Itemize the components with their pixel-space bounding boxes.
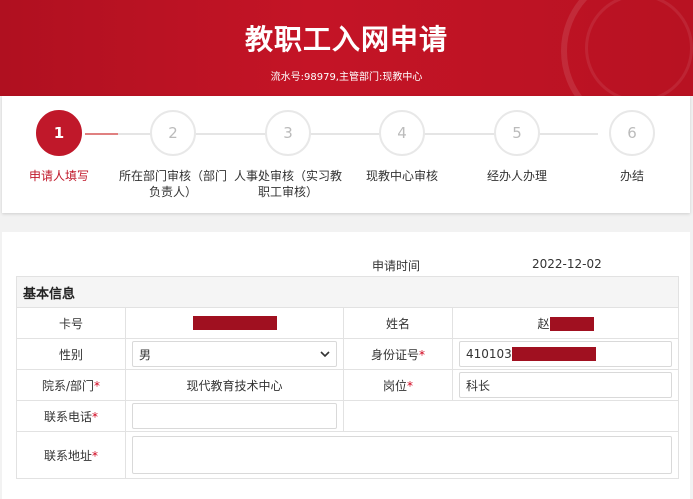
step-4: 4 现教中心审核 [347,110,457,184]
step-label: 申请人填写 [28,169,89,183]
step-label: 现教中心审核 [365,169,438,183]
application-form: 申请时间 2022-12-02 基本信息 卡号 姓名 赵 性别 男 身份证号* … [2,232,690,499]
redacted-card-number [192,316,277,331]
id-number-value: 410103 [466,347,512,361]
position-value: 科长 [466,378,491,393]
section-title: 基本信息 [15,276,680,308]
phone-cell [125,400,344,432]
name-text: 赵 [537,316,550,331]
position-cell: 科长 [451,369,680,401]
step-label: 经办人办理 [486,169,547,183]
step-number: 4 [379,110,425,156]
page-title: 教职工入网申请 [244,23,448,56]
gender-label: 性别 [16,338,126,370]
step-label: 人事处审核（实习教职工审核） [233,169,342,199]
header-banner: 教职工入网申请 流水号:98979,主管部门:现教中心 [0,0,693,96]
card-number-value [125,307,344,339]
page-subtitle: 流水号:98979,主管部门:现教中心 [270,72,423,83]
id-number-label: 身份证号* [343,338,453,370]
apply-time-value: 2022-12-02 [532,257,602,271]
name-label: 姓名 [343,307,453,339]
table-row: 联系地址* [16,431,680,479]
gender-value: 男 [139,347,152,362]
step-label: 所在部门审核（部门负责人） [118,169,227,199]
chevron-down-icon [320,350,330,357]
department-label: 院系/部门* [16,369,126,401]
step-6: 6 办结 [577,110,687,184]
name-value: 赵 [451,307,680,339]
address-label: 联系地址* [16,431,126,479]
redacted-id-number [511,347,596,361]
step-number: 1 [36,110,82,156]
table-row: 卡号 姓名 赵 [16,307,680,339]
id-number-cell: 410103 [451,338,680,370]
step-1: 1 申请人填写 [4,110,114,184]
position-label: 岗位* [343,369,453,401]
step-3: 3 人事处审核（实习教职工审核） [233,110,343,200]
address-cell [124,431,680,479]
phone-input[interactable] [132,403,337,429]
redacted-name [549,317,594,331]
step-number: 2 [150,110,196,156]
section-header: 基本信息 [15,276,680,308]
step-number: 6 [609,110,655,156]
id-number-input[interactable]: 410103 [459,341,673,367]
gender-cell: 男 [125,338,344,370]
progress-steps: 1 申请人填写 2 所在部门审核（部门负责人） 3 人事处审核（实习教职工审核）… [2,96,690,213]
basic-info-table: 基本信息 卡号 姓名 赵 性别 男 身份证号* 410103 院系/部门* 现代… [15,276,680,479]
gender-select[interactable]: 男 [132,341,337,367]
step-number: 3 [265,110,311,156]
table-row: 联系电话* [16,400,680,432]
step-label: 办结 [619,169,644,183]
card-number-label: 卡号 [16,307,126,339]
empty-cell [342,400,680,432]
apply-time-label: 申请时间 [372,259,421,273]
position-input[interactable]: 科长 [459,372,673,398]
phone-label: 联系电话* [16,400,126,432]
department-value: 现代教育技术中心 [125,369,344,401]
step-2: 2 所在部门审核（部门负责人） [118,110,228,200]
step-number: 5 [494,110,540,156]
table-row: 性别 男 身份证号* 410103 [16,338,680,370]
table-row: 院系/部门* 现代教育技术中心 岗位* 科长 [16,369,680,401]
address-textarea[interactable] [132,436,673,474]
step-5: 5 经办人办理 [462,110,572,184]
